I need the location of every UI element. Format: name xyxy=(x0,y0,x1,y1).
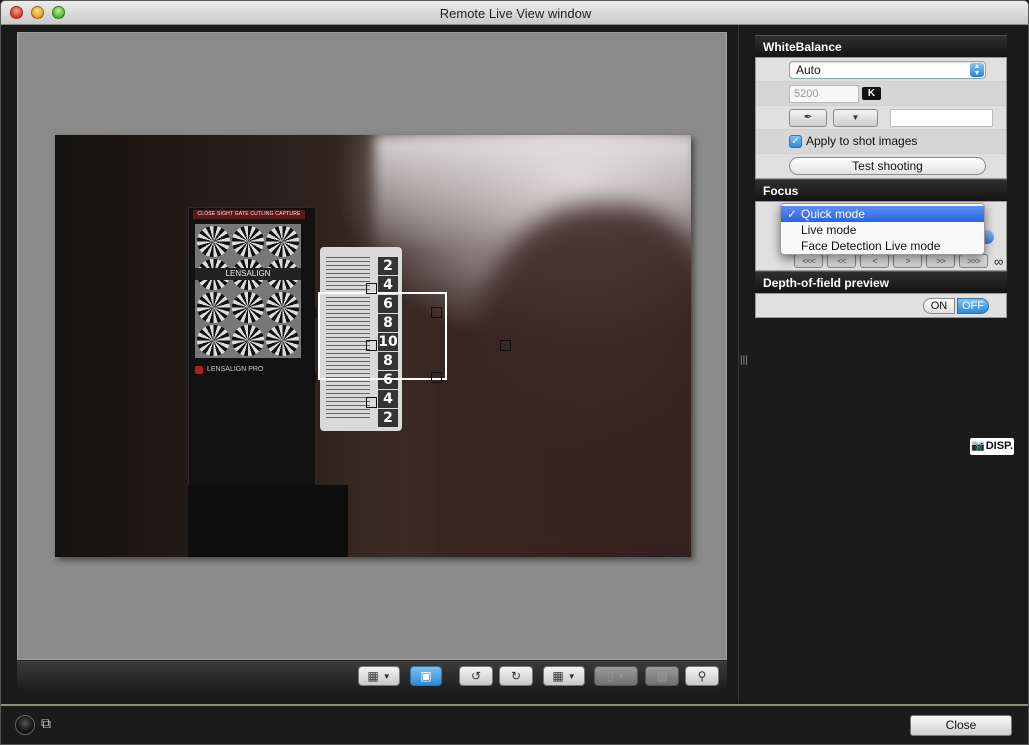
apply-checkbox[interactable]: ✓ xyxy=(789,135,802,148)
histogram-button[interactable]: ▨ xyxy=(645,666,679,686)
wb-mode-select[interactable]: Auto ▲ ▼ xyxy=(789,61,986,79)
eyedropper-icon: ✒ xyxy=(803,112,813,123)
focus-near-1-button[interactable]: > xyxy=(893,254,922,268)
focus-target-card: CLOSE SIGHT GATE CUTLING CAPTURE LENSALI… xyxy=(188,207,316,487)
rotate-left-icon: ↺ xyxy=(470,669,482,683)
target-logo-mark xyxy=(195,366,203,374)
display-mode-icon: ▦ xyxy=(367,669,379,683)
background-tree xyxy=(465,205,691,557)
af-point xyxy=(366,340,377,351)
white-balance-header: WhiteBalance xyxy=(755,35,1007,57)
af-frame-button[interactable]: ▣ xyxy=(410,666,442,686)
aspect-button[interactable]: ▯ ▼ xyxy=(594,666,638,686)
record-indicator-icon xyxy=(15,715,35,735)
remote-live-view-window: Remote Live View window CLOSE SIGHT GATE… xyxy=(0,0,1029,745)
aspect-icon: ▯ xyxy=(606,669,614,683)
wb-preset-select[interactable]: ▼ xyxy=(833,109,878,127)
test-shooting-button[interactable]: Test shooting xyxy=(789,157,986,175)
camera-icon: 📷 xyxy=(970,440,985,452)
eyedropper-button[interactable]: ✒ xyxy=(789,109,827,127)
focus-frame[interactable] xyxy=(318,292,447,380)
wb-tools-row: ✒ ▼ xyxy=(756,106,1006,130)
focus-near-3-button[interactable]: >>> xyxy=(959,254,988,268)
title-bar: Remote Live View window xyxy=(1,1,1028,25)
focus-far-2-button[interactable]: << xyxy=(827,254,856,268)
grid-button[interactable]: ▦ ▼ xyxy=(543,666,585,686)
focus-header: Focus xyxy=(755,179,1007,201)
target-brand: LENSALIGN xyxy=(195,268,301,280)
window-title: Remote Live View window xyxy=(439,6,592,21)
live-view-image[interactable]: CLOSE SIGHT GATE CUTLING CAPTURE LENSALI… xyxy=(55,135,691,557)
camera-connection-icon: ⧉ xyxy=(41,715,51,731)
splitter-grip-icon[interactable]: ||| xyxy=(740,355,748,366)
af-point xyxy=(366,283,377,294)
camera-mount xyxy=(188,485,348,557)
focus-far-1-button[interactable]: < xyxy=(860,254,889,268)
close-button[interactable]: Close xyxy=(910,715,1012,736)
live-view-toolbar: ▦ ▼ ▣ ↺ ↻ ▦ ▼ ▯ ▼ ▨ ⚲ xyxy=(17,661,727,689)
focus-nav-buttons: <<< << < > >> >>> xyxy=(794,254,988,270)
af-point xyxy=(431,372,442,383)
target-header: CLOSE SIGHT GATE CUTLING CAPTURE xyxy=(193,210,305,219)
menu-item-live-mode[interactable]: Live mode xyxy=(781,222,984,238)
focus-far-3-button[interactable]: <<< xyxy=(794,254,823,268)
kelvin-field[interactable]: 5200 xyxy=(789,85,859,103)
af-point xyxy=(366,397,377,408)
settings-panel: WhiteBalance Auto ▲ ▼ 5200 K ✒ ▼ ✓ Apply… xyxy=(755,35,1007,318)
af-point xyxy=(305,307,316,318)
image-icon: ▨ xyxy=(656,669,668,683)
wb-kelvin-row: 5200 K xyxy=(756,82,1006,106)
focus-near-2-button[interactable]: >> xyxy=(926,254,955,268)
apply-row: ✓ Apply to shot images xyxy=(756,130,1006,154)
dof-section: ON OFF xyxy=(755,293,1007,318)
infinity-icon: ∞ xyxy=(994,254,1004,269)
rotate-right-button[interactable]: ↻ xyxy=(499,666,533,686)
test-shooting-row: Test shooting xyxy=(756,154,1006,178)
menu-item-face-detection-live-mode[interactable]: Face Detection Live mode xyxy=(781,238,984,254)
apply-label: Apply to shot images xyxy=(806,134,918,148)
chevron-down-icon: ▼ xyxy=(851,113,860,122)
af-point xyxy=(305,372,316,383)
rotate-right-icon: ↻ xyxy=(510,669,522,683)
live-view-panel: CLOSE SIGHT GATE CUTLING CAPTURE LENSALI… xyxy=(17,32,727,660)
af-point xyxy=(500,340,511,351)
af-point xyxy=(431,307,442,318)
dof-off-button[interactable]: OFF xyxy=(957,298,989,314)
disp-button[interactable]: 📷 DISP. xyxy=(970,438,1014,455)
chevron-updown-icon: ▲ ▼ xyxy=(970,63,984,77)
status-bar xyxy=(1,704,1028,744)
kelvin-badge: K xyxy=(862,87,881,100)
dof-on-button[interactable]: ON xyxy=(923,298,955,314)
rotate-left-button[interactable]: ↺ xyxy=(459,666,493,686)
white-balance-section: Auto ▲ ▼ 5200 K ✒ ▼ ✓ Apply to shot image… xyxy=(755,57,1007,179)
display-mode-button[interactable]: ▦ ▼ xyxy=(358,666,400,686)
af-frame-icon: ▣ xyxy=(420,669,432,683)
menu-item-quick-mode[interactable]: ✓ Quick mode xyxy=(781,206,984,222)
target-brand-pro: LENSALIGN PRO xyxy=(207,366,264,373)
grid-icon: ▦ xyxy=(552,669,564,683)
wb-mode-row: Auto ▲ ▼ xyxy=(756,58,1006,82)
panel-splitter[interactable] xyxy=(738,25,739,703)
magnifier-icon: ⚲ xyxy=(697,669,707,683)
focus-mode-menu: ✓ Quick mode Live mode Face Detection Li… xyxy=(780,203,985,255)
checkmark-icon: ✓ xyxy=(787,207,798,221)
target-grid xyxy=(195,224,301,358)
dof-header: Depth-of-field preview xyxy=(755,271,1007,293)
wb-color-swatch xyxy=(890,109,993,127)
zoom-button[interactable]: ⚲ xyxy=(685,666,719,686)
